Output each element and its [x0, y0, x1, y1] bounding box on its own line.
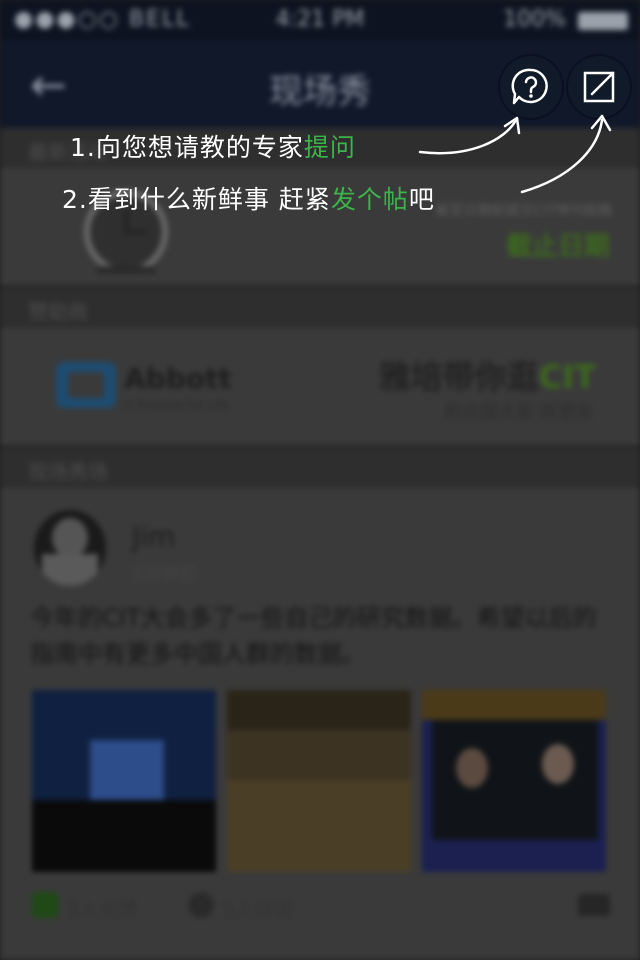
guide-arrows — [418, 114, 612, 194]
guide-overlay[interactable]: 1.向您想请教的专家提问 2.看到什么新鲜事 赶紧发个帖吧 — [0, 0, 640, 960]
